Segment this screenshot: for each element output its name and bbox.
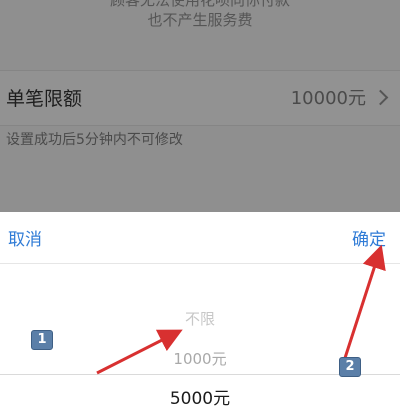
picker-option-unlimited[interactable]: 不限 — [0, 308, 400, 329]
picker-wheel[interactable]: 不限 1000元 5000元 — [0, 264, 400, 420]
picker-option-5000-selected[interactable]: 5000元 — [0, 384, 400, 409]
notice-block: 顾客无法使用花呗向你付款 也不产生服务费 — [0, 0, 400, 58]
notice-line-2: 也不产生服务费 — [147, 11, 253, 29]
annotation-badge-2: 2 — [339, 357, 361, 377]
single-limit-row[interactable]: 单笔限额 10000元 — [0, 70, 400, 126]
cancel-button[interactable]: 取消 — [8, 212, 42, 268]
notice-line-1: 顾客无法使用花呗向你付款 — [109, 0, 290, 9]
annotation-badge-1: 1 — [31, 330, 53, 350]
modify-hint-text: 设置成功后5分钟内不可修改 — [6, 132, 183, 148]
single-limit-value: 10000元 — [290, 88, 366, 109]
confirm-button[interactable]: 确定 — [352, 212, 386, 268]
limit-picker-sheet: 取消 确定 不限 1000元 5000元 — [0, 212, 400, 420]
picker-toolbar: 取消 确定 — [0, 212, 400, 264]
single-limit-label: 单笔限额 — [6, 88, 83, 110]
chevron-right-icon — [372, 89, 389, 106]
settings-page-dimmed: 顾客无法使用花呗向你付款 也不产生服务费 单笔限额 10000元 设置成功后5分… — [0, 0, 400, 212]
